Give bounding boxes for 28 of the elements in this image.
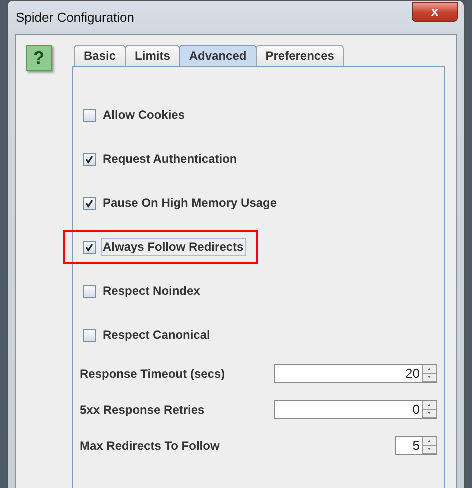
tab[interactable]: Preferences <box>256 45 344 66</box>
spin-down-icon[interactable] <box>423 408 436 417</box>
spin-down-icon[interactable] <box>423 372 436 381</box>
field-label: 5xx Response Retries <box>80 402 205 416</box>
tab[interactable]: Limits <box>125 45 180 66</box>
spinner-field[interactable]: 0 <box>274 400 437 419</box>
checkbox-label: Request Authentication <box>102 151 238 168</box>
checkbox-label: Respect Noindex <box>102 283 202 300</box>
spinner-field[interactable]: 20 <box>274 364 437 383</box>
tab[interactable]: Basic <box>74 45 126 66</box>
checkbox-label: Respect Canonical <box>102 327 212 344</box>
checkbox[interactable] <box>83 284 96 298</box>
checkbox[interactable] <box>83 152 96 166</box>
checkbox-label: Allow Cookies <box>102 107 186 124</box>
checkbox[interactable] <box>83 196 96 210</box>
checkbox[interactable] <box>83 328 96 342</box>
spin-down-icon[interactable] <box>423 444 436 453</box>
window-title: Spider Configuration <box>16 10 135 25</box>
tab[interactable]: Advanced <box>179 45 257 66</box>
close-button[interactable]: x <box>412 2 458 22</box>
checkbox-label: Always Follow Redirects <box>101 238 246 256</box>
checkbox[interactable] <box>83 240 96 254</box>
help-icon: ? <box>26 45 52 71</box>
spinner-field[interactable]: 5 <box>395 436 437 455</box>
checkbox-label: Pause On High Memory Usage <box>102 195 278 212</box>
field-label: Max Redirects To Follow <box>80 438 220 452</box>
checkbox[interactable] <box>83 108 96 122</box>
field-label: Response Timeout (secs) <box>80 366 226 380</box>
